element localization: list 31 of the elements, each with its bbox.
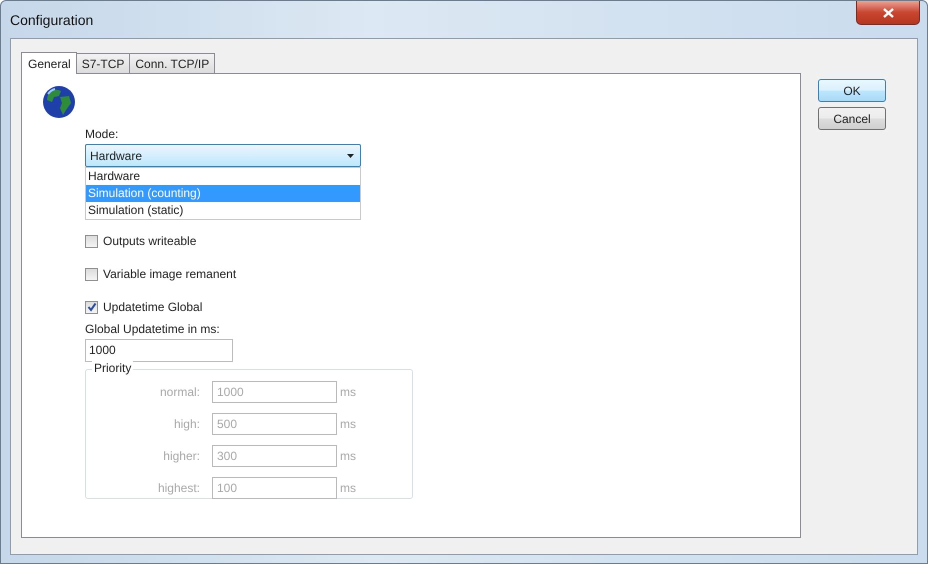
group-title: Priority (92, 361, 134, 375)
priority-label: highest: (156, 481, 201, 495)
dropdown-option[interactable]: Simulation (static) (86, 202, 360, 219)
checkbox-label: Variable image remanent (103, 267, 236, 281)
mode-dropdown[interactable]: Hardware (85, 144, 361, 167)
unit-label: ms (340, 449, 356, 463)
field-label: Global Updatetime in ms: (85, 321, 221, 338)
dialog-button[interactable]: OK (818, 79, 886, 102)
checkbox-label: Updatetime Global (103, 300, 202, 314)
checkbox[interactable] (85, 300, 98, 314)
unit-label: ms (340, 481, 356, 495)
tab[interactable]: Conn. TCP/IP (129, 53, 216, 73)
checkbox[interactable] (85, 234, 98, 248)
globe-icon (42, 84, 76, 120)
dialog-button[interactable]: Cancel (818, 107, 886, 130)
checkbox[interactable] (85, 268, 98, 280)
tab[interactable]: S7-TCP (76, 53, 130, 73)
dropdown-arrow-icon (347, 154, 354, 158)
close-icon (882, 8, 894, 18)
dropdown-option[interactable]: Hardware (86, 168, 360, 185)
unit-label: ms (340, 417, 356, 431)
priority-label: higher: (162, 449, 201, 463)
unit-label: ms (340, 385, 356, 399)
close-button[interactable] (856, 1, 920, 25)
field-label: Mode: (85, 126, 120, 143)
tab[interactable]: General (21, 52, 77, 74)
checkbox-label: Outputs writeable (103, 234, 196, 248)
input-field[interactable]: 1000 (85, 339, 233, 362)
window-title: Configuration (10, 12, 94, 28)
priority-label: normal: (158, 385, 201, 399)
priority-label: high: (172, 417, 201, 431)
